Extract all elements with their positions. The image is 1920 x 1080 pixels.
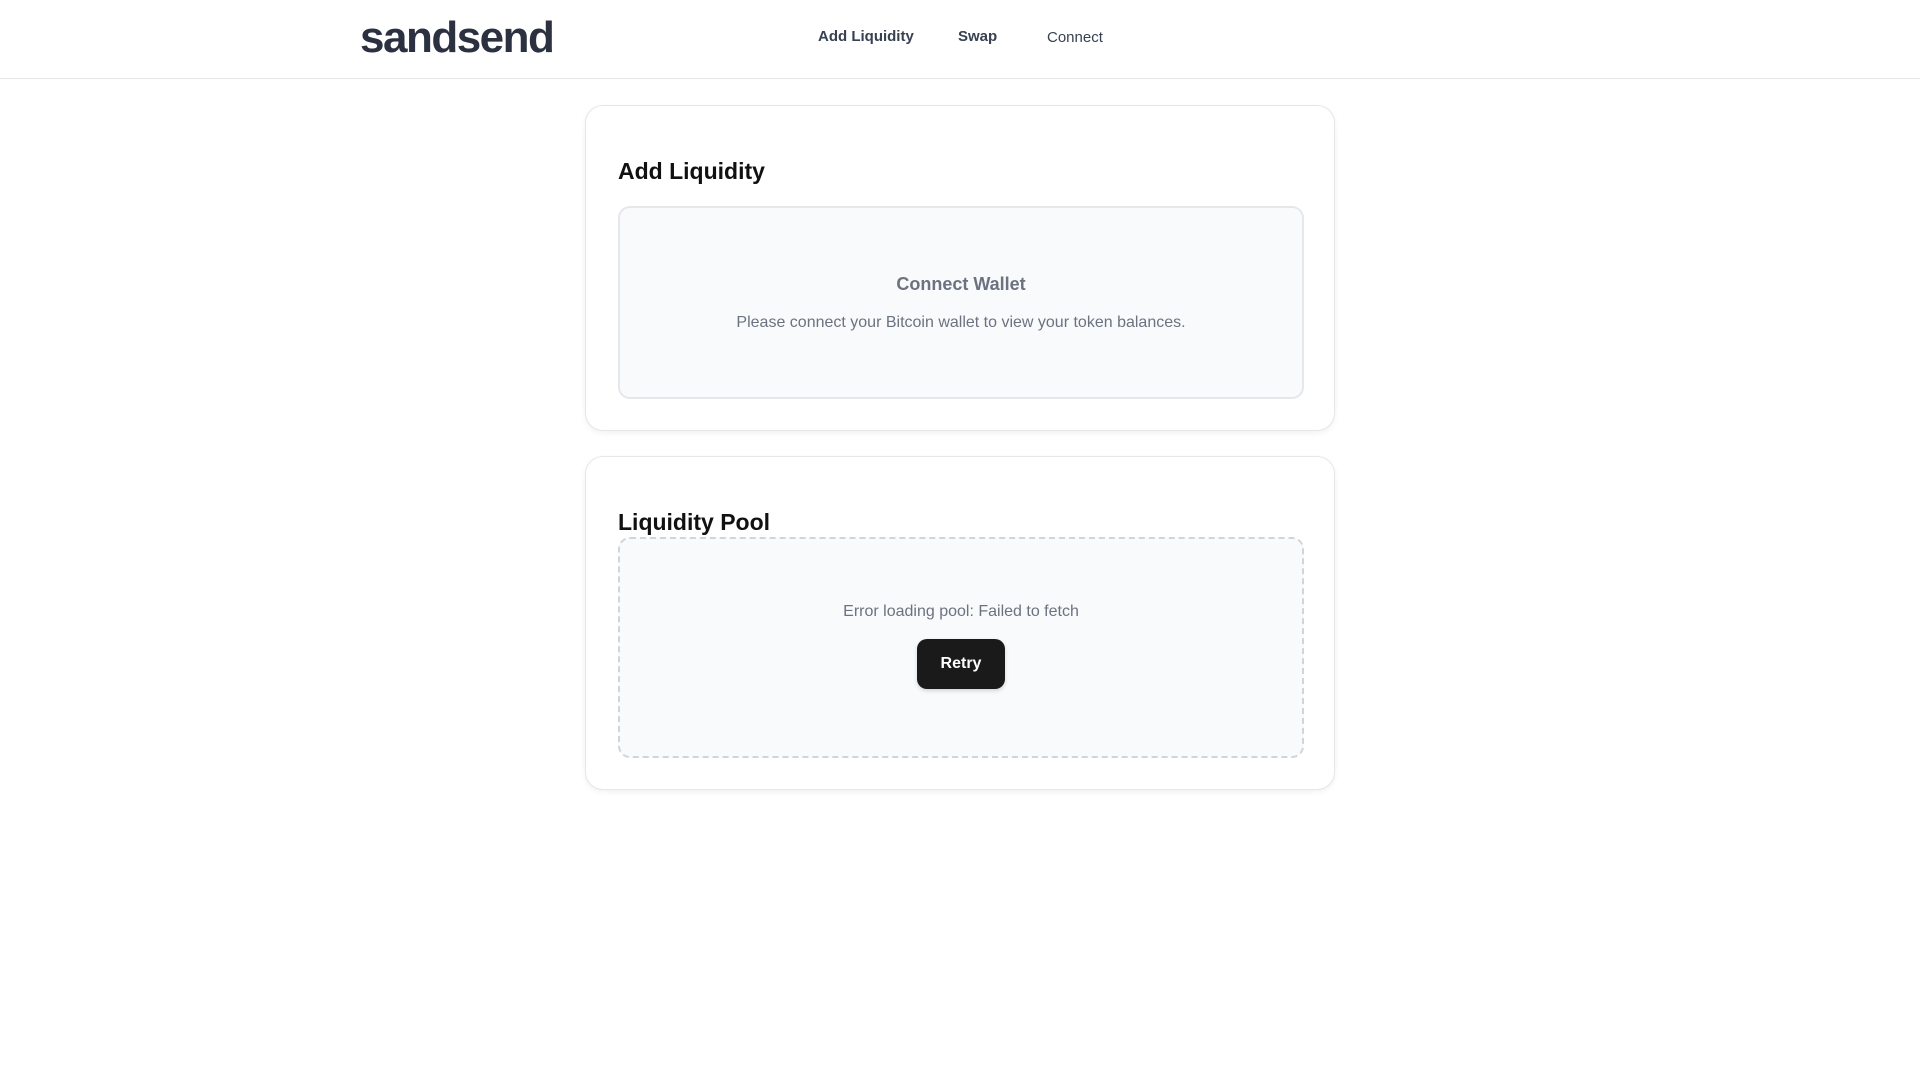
connect-wallet-heading: Connect Wallet bbox=[896, 274, 1026, 294]
connect-wallet-panel: Connect Wallet Please connect your Bitco… bbox=[618, 206, 1304, 399]
nav-connect-button[interactable]: Connect bbox=[1047, 29, 1103, 46]
nav-swap[interactable]: Swap bbox=[958, 28, 997, 45]
nav-add-liquidity[interactable]: Add Liquidity bbox=[818, 28, 914, 45]
retry-button[interactable]: Retry bbox=[917, 639, 1005, 689]
add-liquidity-card: Add Liquidity Connect Wallet Please conn… bbox=[585, 105, 1335, 431]
pool-error-panel: Error loading pool: Failed to fetch Retr… bbox=[618, 537, 1304, 758]
top-navigation-bar: sandsend Add Liquidity Swap Connect bbox=[0, 0, 1920, 79]
brand-logo[interactable]: sandsend bbox=[360, 12, 555, 64]
liquidity-pool-card: Liquidity Pool Error loading pool: Faile… bbox=[585, 456, 1335, 790]
liquidity-pool-title: Liquidity Pool bbox=[618, 509, 771, 535]
pool-error-message: Error loading pool: Failed to fetch bbox=[843, 603, 1079, 620]
connect-wallet-message: Please connect your Bitcoin wallet to vi… bbox=[736, 314, 1186, 331]
add-liquidity-title: Add Liquidity bbox=[618, 158, 765, 184]
